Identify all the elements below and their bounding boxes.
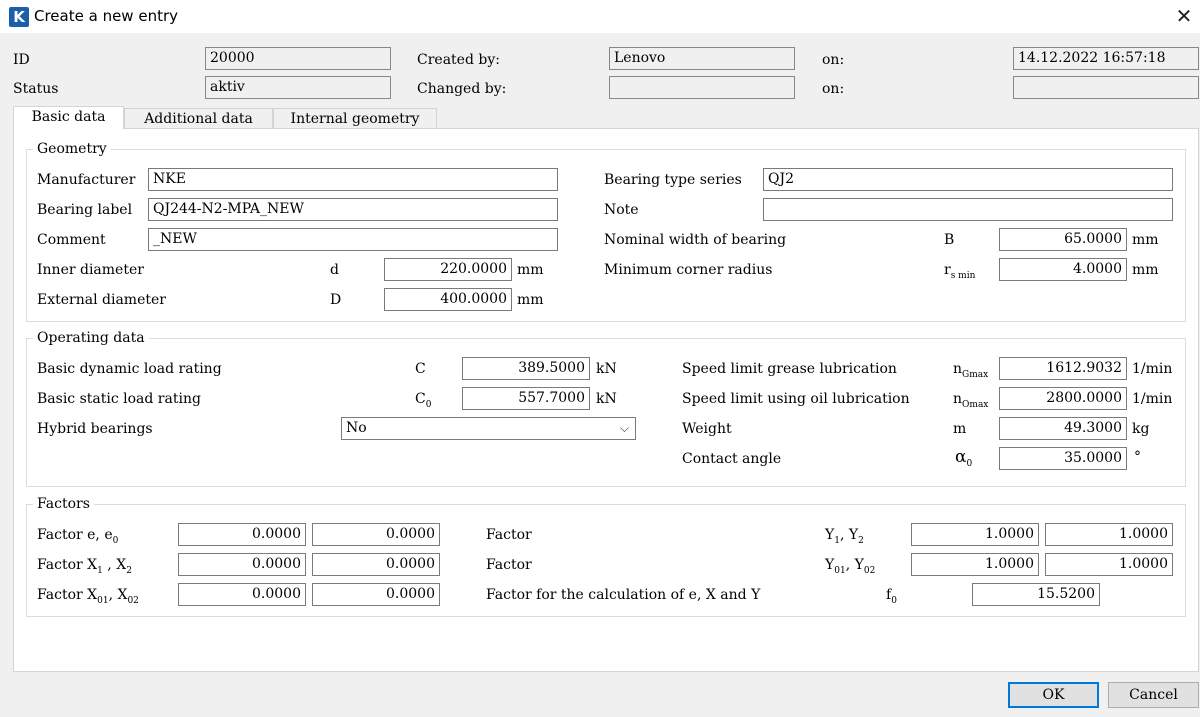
oil-speed-unit: 1/min <box>1132 391 1173 407</box>
static-load-field[interactable]: 557.7000 <box>462 387 590 410</box>
changed-by-label: Changed by: <box>417 81 507 97</box>
changed-on-field[interactable] <box>1013 76 1199 99</box>
hybrid-label: Hybrid bearings <box>37 421 153 437</box>
oil-speed-symbol: nOmax <box>953 391 989 410</box>
factor-y02-field[interactable]: 1.0000 <box>1045 553 1173 576</box>
hybrid-select[interactable]: No ⌵ <box>341 417 636 440</box>
contact-angle-unit: ° <box>1134 449 1141 465</box>
tab-internal-geometry[interactable]: Internal geometry <box>273 108 437 129</box>
factors-title: Factors <box>33 496 94 512</box>
static-load-symbol: C0 <box>415 391 432 410</box>
grease-speed-label: Speed limit grease lubrication <box>682 361 897 377</box>
factor-y0-symbol: Y01, Y02 <box>825 557 876 576</box>
dynamic-load-unit: kN <box>596 361 617 377</box>
id-field[interactable]: 20000 <box>205 47 391 70</box>
dynamic-load-symbol: C <box>415 361 426 377</box>
title-bar: K Create a new entry ✕ <box>0 0 1200 33</box>
manufacturer-field[interactable]: NKE <box>148 168 558 191</box>
weight-unit: kg <box>1132 421 1150 437</box>
contact-angle-label: Contact angle <box>682 451 782 467</box>
manufacturer-label: Manufacturer <box>37 172 136 188</box>
width-unit: mm <box>1132 232 1159 248</box>
factor-y-label: Factor <box>486 527 532 543</box>
type-series-field[interactable]: QJ2 <box>763 168 1173 191</box>
radius-field[interactable]: 4.0000 <box>999 258 1127 281</box>
operating-title: Operating data <box>33 330 149 346</box>
status-field[interactable]: aktiv <box>205 76 391 99</box>
external-diameter-field[interactable]: 400.0000 <box>384 288 512 311</box>
created-by-field[interactable]: Lenovo <box>609 47 795 70</box>
tab-additional-data[interactable]: Additional data <box>124 108 273 129</box>
status-label: Status <box>13 81 59 97</box>
radius-unit: mm <box>1132 262 1159 278</box>
factor-y-symbol: Y1, Y2 <box>825 527 864 546</box>
inner-diameter-symbol: d <box>330 262 339 278</box>
close-icon[interactable]: ✕ <box>1170 2 1198 30</box>
created-by-label: Created by: <box>417 52 500 68</box>
factor-x0-label: Factor X01, X02 <box>37 587 139 606</box>
grease-speed-unit: 1/min <box>1132 361 1173 377</box>
contact-angle-field[interactable]: 35.0000 <box>999 447 1127 470</box>
factor-f0-label: Factor for the calculation of e, X and Y <box>486 587 761 603</box>
weight-label: Weight <box>682 421 732 437</box>
radius-label: Minimum corner radius <box>604 262 773 278</box>
inner-diameter-unit: mm <box>517 262 544 278</box>
window-title: Create a new entry <box>34 7 179 25</box>
grease-speed-field[interactable]: 1612.9032 <box>999 357 1127 380</box>
weight-field[interactable]: 49.3000 <box>999 417 1127 440</box>
created-on-field[interactable]: 14.12.2022 16:57:18 <box>1013 47 1199 70</box>
inner-diameter-label: Inner diameter <box>37 262 144 278</box>
factor-f0-field[interactable]: 15.5200 <box>972 583 1100 606</box>
factor-e0-field[interactable]: 0.0000 <box>312 523 440 546</box>
bearing-label-label: Bearing label <box>37 202 133 218</box>
tab-basic-data[interactable]: Basic data <box>13 106 124 129</box>
id-label: ID <box>13 52 30 68</box>
ok-button[interactable]: OK <box>1008 682 1099 708</box>
factor-y0-label: Factor <box>486 557 532 573</box>
type-series-label: Bearing type series <box>604 172 742 188</box>
static-load-unit: kN <box>596 391 617 407</box>
comment-label: Comment <box>37 232 106 248</box>
note-field[interactable] <box>763 198 1173 221</box>
dynamic-load-label: Basic dynamic load rating <box>37 361 222 377</box>
factor-y01-field[interactable]: 1.0000 <box>911 553 1039 576</box>
created-on-label: on: <box>822 52 845 68</box>
chevron-down-icon: ⌵ <box>619 421 629 435</box>
bearing-label-field[interactable]: QJ244-N2-MPA_NEW <box>148 198 558 221</box>
factor-x01-field[interactable]: 0.0000 <box>178 583 306 606</box>
static-load-label: Basic static load rating <box>37 391 201 407</box>
inner-diameter-field[interactable]: 220.0000 <box>384 258 512 281</box>
factor-y2-field[interactable]: 1.0000 <box>1045 523 1173 546</box>
app-logo-icon: K <box>9 7 29 27</box>
radius-symbol: rs min <box>944 262 976 281</box>
width-label: Nominal width of bearing <box>604 232 787 248</box>
factor-x02-field[interactable]: 0.0000 <box>312 583 440 606</box>
oil-speed-field[interactable]: 2800.0000 <box>999 387 1127 410</box>
contact-angle-symbol: α0 <box>955 447 973 469</box>
cancel-button[interactable]: Cancel <box>1108 682 1199 708</box>
comment-field[interactable]: _NEW <box>148 228 558 251</box>
factor-e-label: Factor e, e0 <box>37 527 119 546</box>
grease-speed-symbol: nGmax <box>953 361 989 380</box>
factor-x-label: Factor X1 , X2 <box>37 557 132 576</box>
width-symbol: B <box>944 232 955 248</box>
note-label: Note <box>604 202 639 218</box>
width-field[interactable]: 65.0000 <box>999 228 1127 251</box>
geometry-title: Geometry <box>33 141 111 157</box>
weight-symbol: m <box>953 421 967 437</box>
oil-speed-label: Speed limit using oil lubrication <box>682 391 910 407</box>
external-diameter-label: External diameter <box>37 292 166 308</box>
factor-f0-symbol: f0 <box>886 587 897 606</box>
external-diameter-symbol: D <box>330 292 342 308</box>
changed-by-field[interactable] <box>609 76 795 99</box>
dynamic-load-field[interactable]: 389.5000 <box>462 357 590 380</box>
factor-e-field[interactable]: 0.0000 <box>178 523 306 546</box>
factor-x2-field[interactable]: 0.0000 <box>312 553 440 576</box>
changed-on-label: on: <box>822 81 845 97</box>
factor-y1-field[interactable]: 1.0000 <box>911 523 1039 546</box>
external-diameter-unit: mm <box>517 292 544 308</box>
factor-x1-field[interactable]: 0.0000 <box>178 553 306 576</box>
